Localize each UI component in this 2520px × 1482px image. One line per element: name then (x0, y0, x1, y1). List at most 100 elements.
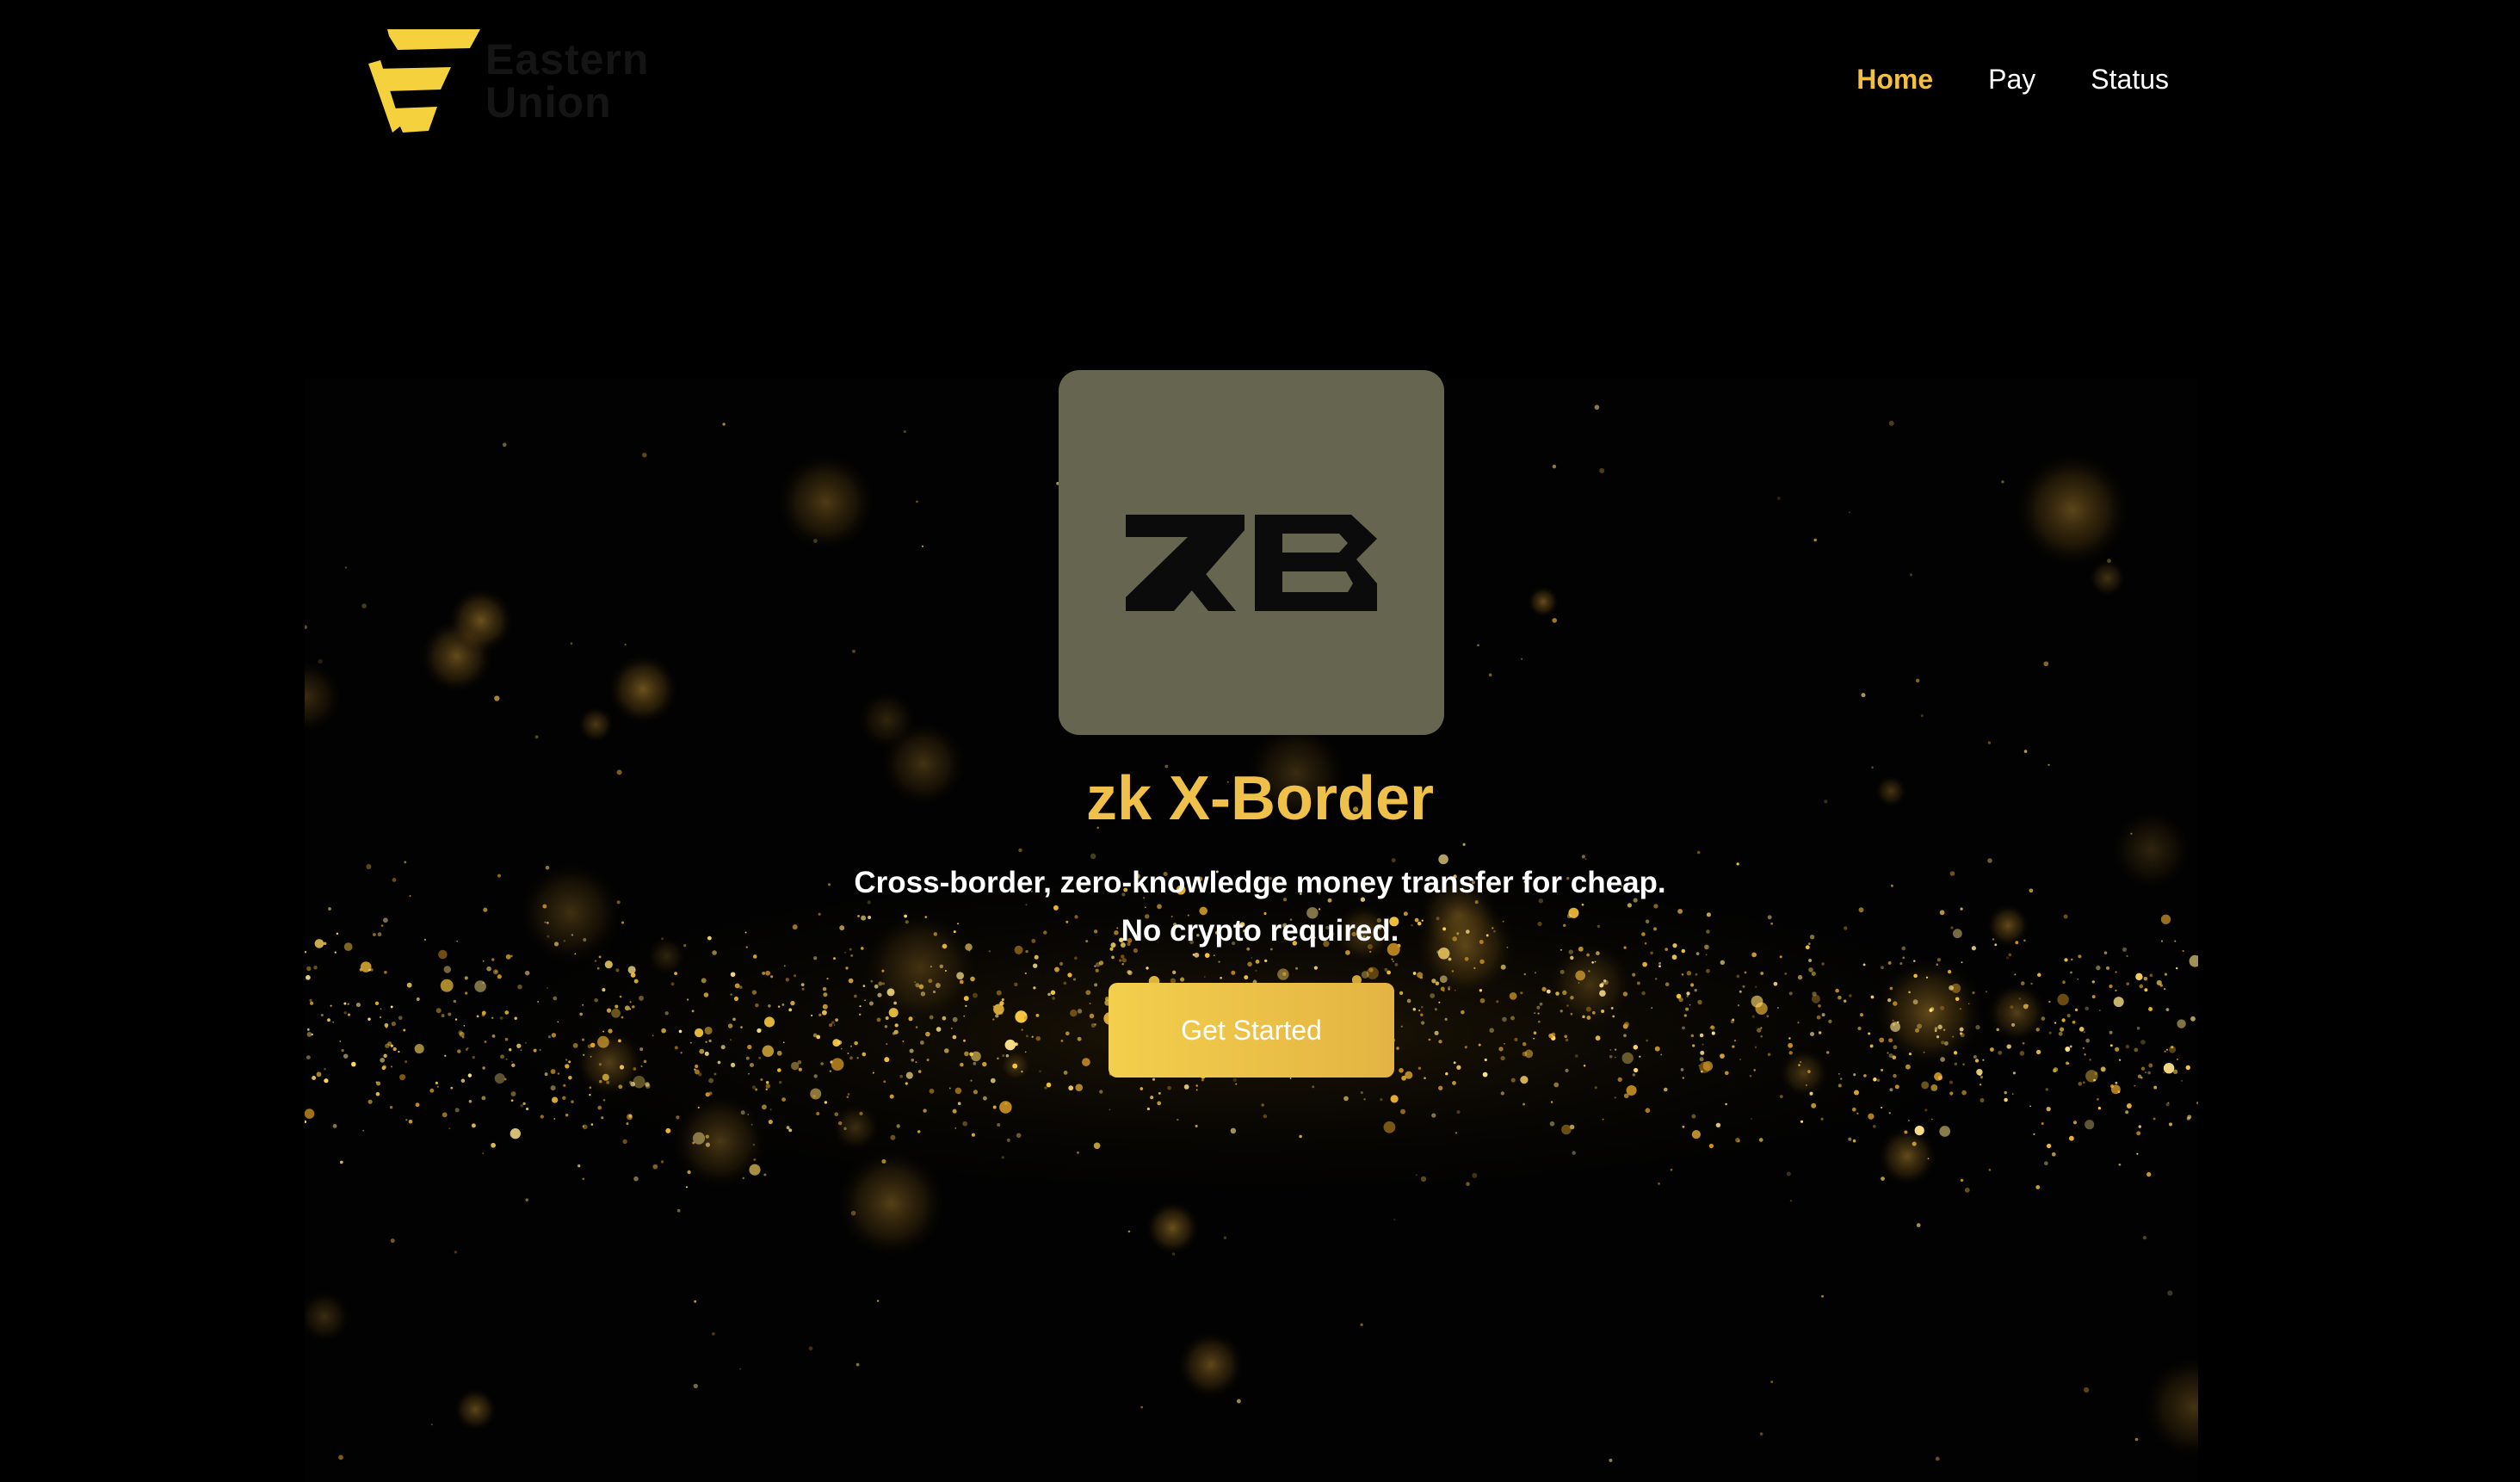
gold-sparkle (403, 1028, 406, 1032)
gold-sparkle (1251, 957, 1253, 959)
gold-sparkle (533, 1048, 537, 1053)
gold-sparkle (1152, 1078, 1156, 1081)
gold-sparkle (1419, 976, 1424, 979)
gold-sparkle (1908, 991, 1911, 994)
gold-sparkle (368, 1099, 373, 1104)
gold-sparkle (765, 1080, 769, 1084)
gold-sparkle (1360, 897, 1366, 902)
gold-sparkle (1695, 952, 1700, 955)
gold-sparkle (632, 1005, 635, 1009)
bokeh-glow (447, 586, 515, 655)
gold-sparkle (1868, 1113, 1875, 1120)
gold-sparkle (1767, 915, 1772, 920)
gold-sparkle (745, 946, 748, 948)
gold-sparkle (996, 990, 1002, 996)
brand-logo[interactable]: Eastern Union (368, 29, 661, 136)
gold-sparkle (1623, 1093, 1629, 1099)
gold-sparkle (1089, 1013, 1095, 1019)
gold-sparkle (1014, 982, 1018, 987)
gold-sparkle (551, 1096, 559, 1103)
gold-sparkle (1387, 942, 1400, 956)
bokeh-glow (1527, 585, 1560, 618)
nav-pay-link[interactable]: Pay (1988, 62, 2035, 96)
gold-sparkle (2169, 1046, 2177, 1053)
gold-sparkle (1565, 1038, 1569, 1042)
gold-sparkle (1564, 1034, 1568, 1039)
gold-sparkle (765, 970, 770, 976)
gold-sparkle (1223, 1236, 1227, 1239)
gold-sparkle (2035, 1049, 2041, 1055)
gold-sparkle (1828, 1019, 1832, 1023)
gold-sparkle (1520, 1076, 1529, 1084)
gold-sparkle (734, 983, 740, 989)
gold-sparkle (1390, 1095, 1399, 1103)
gold-sparkle (520, 1103, 524, 1108)
gold-sparkle (1412, 972, 1417, 975)
gold-sparkle (1947, 969, 1952, 974)
gold-sparkle (1456, 932, 1460, 936)
gold-sparkle (1067, 973, 1072, 978)
gold-sparkle (590, 1055, 592, 1058)
gold-sparkle (1876, 1078, 1881, 1082)
gold-sparkle (615, 968, 620, 973)
get-started-button[interactable]: Get Started (1109, 983, 1394, 1078)
gold-sparkle (1591, 960, 1594, 964)
gold-sparkle (1235, 1083, 1238, 1085)
gold-sparkle (1031, 1035, 1034, 1038)
gold-sparkle (880, 889, 883, 892)
gold-sparkle (1633, 898, 1638, 903)
gold-sparkle (1035, 1014, 1040, 1017)
gold-sparkle (835, 1018, 839, 1022)
gold-sparkle (904, 914, 907, 918)
gold-sparkle (2185, 1065, 2191, 1071)
gold-sparkle (463, 1024, 466, 1027)
gold-sparkle (442, 1112, 448, 1118)
gold-sparkle (1506, 947, 1509, 948)
gold-sparkle (1500, 964, 1506, 970)
gold-sparkle (1085, 990, 1091, 996)
gold-sparkle (1456, 1065, 1461, 1070)
gold-sparkle (351, 1061, 356, 1067)
gold-sparkle (1818, 1003, 1821, 1008)
gold-sparkle (382, 1065, 386, 1070)
gold-sparkle (699, 1048, 705, 1054)
gold-sparkle (483, 907, 488, 912)
gold-sparkle (685, 1186, 688, 1189)
gold-sparkle (1157, 904, 1162, 910)
gold-sparkle (1050, 990, 1056, 996)
gold-sparkle (782, 1041, 785, 1044)
gold-sparkle (1705, 968, 1710, 973)
gold-sparkle (970, 976, 975, 982)
gold-sparkle (2037, 973, 2041, 978)
gold-sparkle (499, 1016, 503, 1020)
gold-sparkle (2004, 1090, 2007, 1095)
gold-sparkle (390, 1238, 395, 1244)
gold-sparkle (1415, 1174, 1418, 1176)
gold-sparkle (2066, 1061, 2069, 1065)
gold-sparkle (2109, 1030, 2113, 1034)
nav-status-link[interactable]: Status (2091, 62, 2169, 96)
gold-sparkle (992, 1005, 995, 1008)
gold-sparkle (1788, 1042, 1794, 1048)
gold-sparkle (1504, 1042, 1505, 1045)
gold-sparkle (683, 944, 687, 948)
gold-sparkle (1786, 1171, 1791, 1176)
gold-sparkle (520, 1049, 522, 1051)
gold-sparkle (2077, 978, 2079, 980)
gold-sparkle (857, 915, 860, 917)
gold-sparkle (482, 960, 485, 962)
gold-sparkle (1236, 1399, 1241, 1404)
gold-sparkle (652, 1164, 658, 1170)
gold-sparkle (831, 1058, 844, 1071)
gold-sparkle (495, 970, 497, 973)
gold-sparkle (1685, 1007, 1689, 1011)
nav-home-link[interactable]: Home (1856, 62, 1933, 96)
gold-sparkle (2174, 940, 2177, 942)
bokeh-glow (775, 452, 877, 553)
gold-sparkle (629, 1008, 632, 1010)
gold-sparkle (582, 1177, 585, 1181)
gold-sparkle (1851, 1107, 1856, 1112)
gold-sparkle (1213, 954, 1215, 956)
gold-sparkle (1614, 1096, 1616, 1099)
gold-sparkle (1595, 1035, 1601, 1041)
